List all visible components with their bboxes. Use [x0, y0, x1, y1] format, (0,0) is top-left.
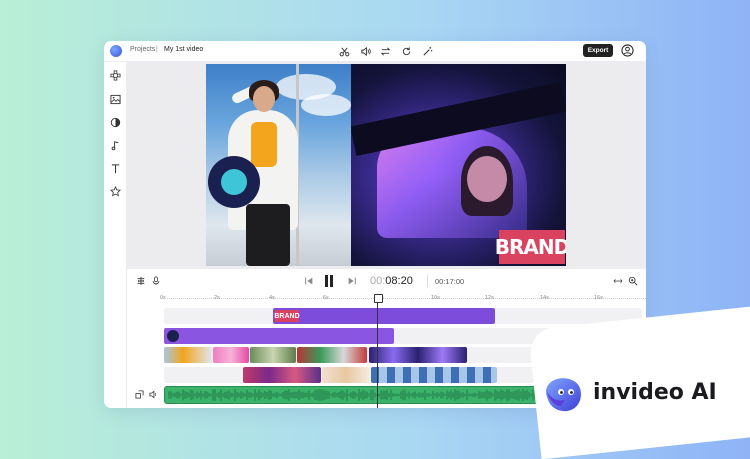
smiley-sticker — [208, 156, 260, 208]
export-button[interactable]: Export — [583, 44, 613, 57]
video-clip[interactable] — [250, 347, 296, 363]
video-clip[interactable] — [297, 347, 367, 363]
video-canvas[interactable]: BRAND — [206, 64, 566, 266]
playhead-handle[interactable] — [374, 294, 383, 303]
pause-icon[interactable] — [322, 273, 336, 289]
tick-label: 16s — [594, 295, 603, 301]
clip-preview-woman-on-boat — [206, 64, 351, 266]
brand-name: invideo AI — [593, 380, 717, 405]
skip-back-icon[interactable] — [303, 275, 315, 287]
time-divider — [427, 275, 428, 287]
video-clip[interactable] — [213, 347, 249, 363]
video-clip[interactable] — [371, 367, 497, 383]
scissors-icon[interactable] — [337, 44, 351, 58]
playback-controls: 00:08:20 00:17:00 — [127, 268, 646, 293]
text-icon[interactable] — [109, 162, 121, 174]
sticker-clip[interactable] — [164, 328, 394, 344]
title-clip-thumb: BRAND — [274, 310, 300, 322]
detach-audio-icon[interactable] — [134, 389, 144, 399]
track-volume-icon[interactable] — [148, 389, 158, 399]
timeline-ruler[interactable]: 0s 2s 4s 6s 8s 10s 12s 14s 16s — [127, 293, 646, 305]
volume-icon[interactable] — [358, 44, 372, 58]
account-icon[interactable] — [620, 43, 635, 58]
music-icon[interactable] — [109, 139, 121, 151]
split-clip-icon[interactable] — [135, 275, 147, 287]
app-logo-icon[interactable] — [110, 45, 122, 57]
tick-label: 6s — [323, 295, 329, 301]
color-icon[interactable] — [109, 116, 121, 128]
star-icon[interactable] — [109, 185, 121, 197]
video-clip[interactable] — [369, 347, 467, 363]
invideo-logo-icon — [543, 374, 585, 414]
tick-label: 0s — [160, 295, 166, 301]
zoom-in-icon[interactable] — [627, 275, 639, 287]
rotate-icon[interactable] — [399, 44, 413, 58]
current-time-value: 08:20 — [385, 275, 413, 287]
media-icon[interactable] — [109, 93, 121, 105]
clip-preview-car-night: BRAND — [351, 64, 566, 266]
video-clip[interactable] — [322, 367, 370, 383]
tick-label: 12s — [485, 295, 494, 301]
track-text: BRAND — [164, 308, 642, 324]
skip-forward-icon[interactable] — [346, 275, 358, 287]
microphone-icon[interactable] — [150, 275, 162, 287]
tick-label: 14s — [540, 295, 549, 301]
tick-label: 2s — [214, 295, 220, 301]
swap-icon[interactable] — [378, 44, 392, 58]
breadcrumb-projects[interactable]: Projects — [130, 46, 155, 53]
left-sidebar — [104, 62, 127, 408]
playhead[interactable] — [377, 298, 378, 408]
tick-label: 10s — [431, 295, 440, 301]
magic-wand-icon[interactable] — [420, 44, 434, 58]
brand-logo-overlay[interactable]: BRAND — [495, 230, 566, 264]
fit-width-icon[interactable] — [612, 275, 624, 287]
project-title[interactable]: My 1st video — [164, 46, 203, 53]
video-clip[interactable] — [243, 367, 321, 383]
shapes-icon[interactable] — [109, 69, 121, 81]
tick-label: 4s — [269, 295, 275, 301]
top-bar: Projects | My 1st video Export — [104, 41, 646, 62]
total-duration: 00:17:00 — [435, 277, 465, 286]
breadcrumb-separator: | — [156, 46, 158, 53]
title-clip[interactable]: BRAND — [273, 308, 495, 324]
preview-area: BRAND — [127, 62, 646, 268]
current-time: 00:08:20 — [370, 275, 413, 287]
current-time-prefix: 00: — [370, 275, 386, 287]
video-clip[interactable] — [164, 347, 212, 363]
